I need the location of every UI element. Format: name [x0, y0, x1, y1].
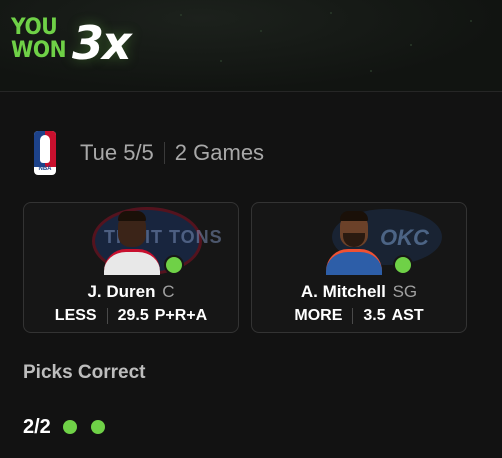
pick-line-value: 3.5	[363, 307, 386, 324]
player-name-row: A. Mitchell SG	[252, 282, 466, 302]
team-logo-text: OKC	[380, 225, 429, 250]
player-position: SG	[392, 282, 418, 301]
entry-date: Tue 5/5	[80, 140, 154, 165]
correct-dot-icon	[90, 420, 105, 434]
pick-card[interactable]: TROIT TONS J. Duren C LESS 29.5 P+R+A	[23, 202, 239, 333]
nba-logo-icon: NBA	[34, 131, 56, 175]
player-headshot	[324, 209, 384, 275]
confetti-speck	[330, 12, 332, 14]
correct-dot-icon	[62, 420, 77, 434]
confetti-speck	[410, 44, 412, 46]
player-name: A. Mitchell	[300, 282, 386, 301]
line-divider	[106, 308, 108, 324]
correct-check-icon	[164, 255, 184, 275]
pick-stat: AST	[391, 307, 424, 324]
picks-correct-row: 2/2	[23, 414, 119, 440]
confetti-speck	[260, 30, 262, 32]
you-won-line1: YOU	[11, 15, 58, 40]
pick-direction: LESS	[54, 307, 97, 324]
you-won-line2: WON	[11, 38, 67, 63]
win-banner: YOU WON 3x	[0, 0, 502, 92]
header-divider	[163, 142, 165, 164]
payout-multiplier: 3x	[72, 16, 132, 70]
games-count: 2 Games	[174, 140, 265, 165]
picks-correct-count: 2/2	[23, 415, 51, 438]
confetti-speck	[470, 20, 472, 22]
player-position: C	[162, 282, 175, 301]
entry-header: NBA Tue 5/5 2 Games	[34, 130, 264, 176]
pick-stat: P+R+A	[154, 307, 208, 324]
pick-line: LESS 29.5 P+R+A	[24, 307, 238, 325]
confetti-speck	[370, 70, 372, 72]
player-name-row: J. Duren C	[24, 282, 238, 302]
you-won-label: YOU WON	[11, 15, 67, 63]
confetti-speck	[220, 60, 222, 62]
correct-check-icon	[393, 255, 413, 275]
pick-line: MORE 3.5 AST	[252, 307, 466, 325]
pick-direction: MORE	[294, 307, 343, 324]
player-name: J. Duren	[87, 282, 156, 301]
player-headshot	[102, 209, 162, 275]
pick-line-value: 29.5	[117, 307, 149, 324]
confetti-speck	[180, 14, 182, 16]
pick-card[interactable]: OKC A. Mitchell SG MORE 3.5 AST	[251, 202, 467, 333]
line-divider	[352, 308, 354, 324]
picks-correct-label: Picks Correct	[23, 362, 146, 383]
